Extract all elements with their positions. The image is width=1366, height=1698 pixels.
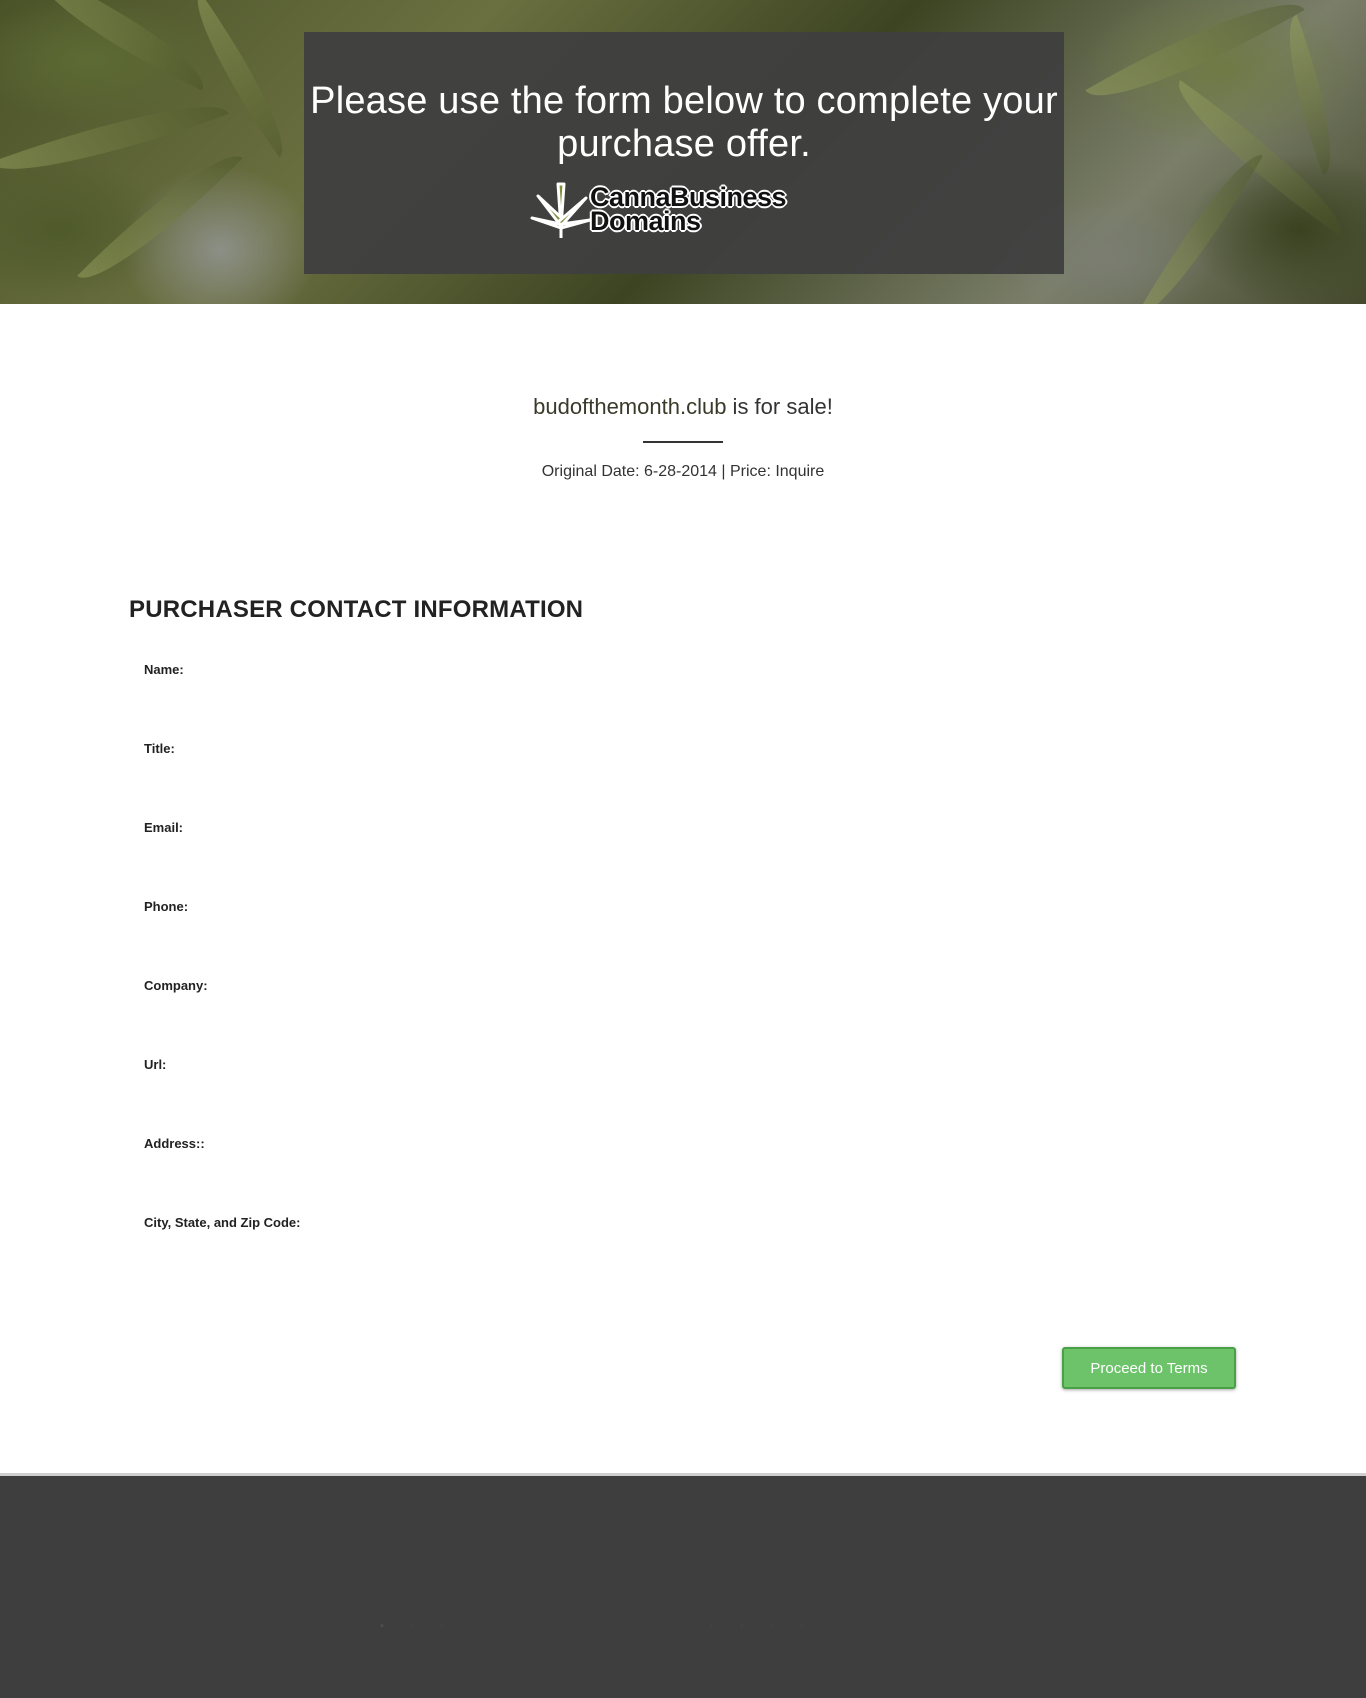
hero-banner: Please use the form below to complete yo… (0, 0, 1366, 304)
email-label: Email: (144, 820, 184, 835)
section-title: PURCHASER CONTACT INFORMATION (129, 596, 584, 623)
email-input[interactable] (144, 841, 1234, 871)
footer-links: ▪ · · · · · · (380, 1620, 940, 1640)
leaf-decoration (1268, 14, 1352, 176)
name-label: Name: (144, 662, 184, 677)
sale-suffix: is for sale! (726, 394, 833, 419)
title-label: Title: (144, 741, 175, 756)
divider (643, 441, 723, 443)
name-field-group: Name: (144, 661, 1234, 721)
title-field-group: Title: (144, 740, 1234, 800)
address-field-group: Address:: (144, 1135, 1234, 1195)
domain-for-sale-heading: budofthemonth.club is for sale! (0, 393, 1366, 421)
city-state-zip-field-group: City, State, and Zip Code: (144, 1214, 1234, 1274)
leaf-decoration (77, 134, 243, 300)
footer-link[interactable]: ▪ (380, 1620, 384, 1632)
domain-name: budofthemonth.club (533, 394, 727, 419)
company-input[interactable] (144, 999, 1234, 1029)
leaf-decoration (1137, 140, 1263, 304)
phone-label: Phone: (144, 899, 189, 914)
canna-business-domains-logo[interactable]: CannaBusiness Domains (526, 176, 856, 242)
cannabis-leaf-icon (530, 182, 592, 238)
footer-link[interactable]: · (440, 1620, 444, 1632)
footer-link[interactable]: · (770, 1620, 774, 1632)
email-field-group: Email: (144, 819, 1234, 879)
title-input[interactable] (144, 762, 1234, 792)
city-state-zip-label: City, State, and Zip Code: (144, 1215, 301, 1230)
url-input[interactable] (144, 1078, 1234, 1108)
proceed-to-terms-button[interactable]: Proceed to Terms (1062, 1347, 1236, 1389)
hero-message-box: Please use the form below to complete yo… (304, 32, 1064, 274)
leaf-decoration (20, 0, 220, 91)
address-label: Address:: (144, 1136, 205, 1151)
url-label: Url: (144, 1057, 167, 1072)
logo-text-line2: Domains (590, 206, 701, 236)
company-label: Company: (144, 978, 208, 993)
name-input[interactable] (144, 683, 1234, 713)
listing-meta: Original Date: 6-28-2014 | Price: Inquir… (541, 463, 825, 480)
address-input[interactable] (144, 1157, 1234, 1187)
footer-link[interactable]: · (800, 1620, 804, 1632)
hero-title: Please use the form below to complete yo… (310, 80, 1058, 165)
url-field-group: Url: (144, 1056, 1234, 1116)
company-field-group: Company: (144, 977, 1234, 1037)
city-state-zip-input[interactable] (144, 1236, 1234, 1266)
phone-input[interactable] (144, 920, 1234, 950)
footer-link[interactable]: · (710, 1620, 714, 1632)
phone-field-group: Phone: (144, 898, 1234, 958)
footer-link[interactable]: · (410, 1620, 414, 1632)
footer: ▪ · · · · · · (0, 1476, 1366, 1698)
footer-link[interactable]: · (740, 1620, 744, 1632)
